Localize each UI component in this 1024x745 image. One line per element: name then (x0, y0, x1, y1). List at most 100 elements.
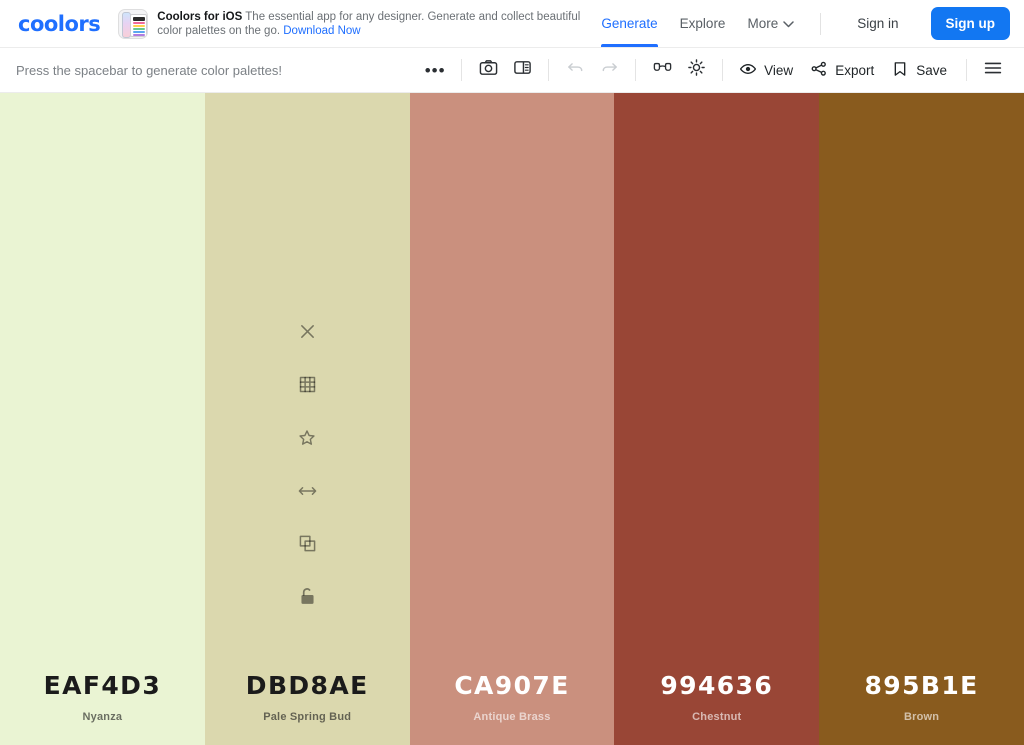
export-button[interactable]: Export (803, 54, 884, 87)
glasses-icon (652, 57, 673, 83)
toolbar-divider (548, 59, 550, 81)
close-icon (299, 323, 316, 345)
drag-color-button[interactable] (89, 480, 115, 506)
swatch-hex[interactable]: 895B1E (865, 671, 979, 700)
drag-horizontal-icon (912, 484, 931, 503)
view-button[interactable]: View (732, 54, 803, 87)
view-shades-button[interactable] (89, 374, 115, 400)
remove-color-button[interactable] (704, 321, 730, 347)
unlock-icon (94, 587, 111, 611)
drag-color-button[interactable] (704, 480, 730, 506)
remove-color-button[interactable] (294, 321, 320, 347)
save-button[interactable]: Save (884, 54, 957, 87)
drag-color-button[interactable] (909, 480, 935, 506)
toggle-lock-button[interactable] (704, 586, 730, 612)
copy-color-button[interactable] (704, 533, 730, 559)
more-options-button[interactable]: ••• (418, 53, 452, 87)
favorite-color-button[interactable] (499, 427, 525, 453)
swatch-color-name: Pale Spring Bud (263, 711, 352, 723)
download-now-link[interactable]: Download Now (283, 25, 360, 37)
copy-icon (299, 535, 316, 557)
remove-color-button[interactable] (909, 321, 935, 347)
coolors-logo[interactable]: coolors (18, 12, 101, 36)
ios-app-icon (118, 9, 149, 39)
star-icon (503, 429, 521, 452)
close-icon (94, 323, 111, 345)
toggle-lock-button[interactable] (294, 586, 320, 612)
top-navigation-bar: coolors Coolors for iOS The essential ap… (0, 0, 1024, 48)
drag-horizontal-icon (298, 484, 317, 503)
swatch-color-name: Antique Brass (473, 711, 551, 723)
copy-color-button[interactable] (499, 533, 525, 559)
swatch-actions (294, 321, 320, 612)
sign-up-button[interactable]: Sign up (930, 7, 1010, 40)
color-swatch[interactable]: DBD8AE Pale Spring Bud (204, 93, 410, 745)
view-shades-button[interactable] (294, 374, 320, 400)
star-icon (708, 429, 726, 452)
favorite-color-button[interactable] (704, 427, 730, 453)
close-icon (708, 323, 725, 345)
remove-color-button[interactable] (499, 321, 525, 347)
ios-promo-title: Coolors for iOS (157, 11, 243, 23)
nav-item-generate[interactable]: Generate (601, 0, 658, 47)
undo-button[interactable] (558, 53, 592, 87)
copy-icon (913, 535, 930, 557)
nav-more-label: More (747, 16, 779, 31)
redo-button[interactable] (592, 53, 626, 87)
swatch-hex[interactable]: EAF4D3 (44, 671, 161, 700)
swatch-color-name: Chestnut (692, 711, 742, 723)
color-swatch[interactable]: CA907E Antique Brass (409, 93, 615, 745)
share-icon (810, 60, 828, 81)
save-label: Save (916, 62, 947, 78)
undo-icon (566, 58, 585, 82)
copy-color-button[interactable] (909, 533, 935, 559)
star-icon (93, 429, 111, 452)
hamburger-icon (983, 58, 1003, 83)
toggle-lock-button[interactable] (909, 586, 935, 612)
swatch-hex[interactable]: DBD8AE (246, 671, 369, 700)
color-swatch[interactable]: EAF4D3 Nyanza (0, 93, 205, 745)
favorite-color-button[interactable] (294, 427, 320, 453)
palette-toolbar: Press the spacebar to generate color pal… (0, 48, 1024, 93)
view-shades-button[interactable] (909, 374, 935, 400)
swatch-hex[interactable]: CA907E (454, 671, 569, 700)
swatch-color-name: Nyanza (82, 711, 123, 723)
adjust-button[interactable] (679, 53, 713, 87)
color-blindness-button[interactable] (645, 53, 679, 87)
grid-icon (503, 376, 520, 398)
nav-item-explore[interactable]: Explore (680, 0, 726, 47)
copy-icon (94, 535, 111, 557)
unlock-icon (503, 587, 520, 611)
favorite-color-button[interactable] (909, 427, 935, 453)
nav-explore-label: Explore (679, 16, 726, 31)
camera-button[interactable] (471, 53, 505, 87)
close-icon (913, 323, 930, 345)
nav-item-more[interactable]: More (747, 0, 794, 47)
sun-icon (687, 58, 706, 82)
copy-color-button[interactable] (294, 533, 320, 559)
color-swatch[interactable]: 895B1E Brown (819, 93, 1024, 745)
drag-color-button[interactable] (499, 480, 525, 506)
ios-promo-text: Coolors for iOS The essential app for an… (157, 8, 601, 38)
toggle-lock-button[interactable] (499, 586, 525, 612)
sign-in-button[interactable]: Sign in (847, 16, 908, 31)
favorite-color-button[interactable] (89, 427, 115, 453)
remove-color-button[interactable] (89, 321, 115, 347)
layout-button[interactable] (505, 53, 539, 87)
view-shades-button[interactable] (704, 374, 730, 400)
grid-icon (94, 376, 111, 398)
view-shades-button[interactable] (499, 374, 525, 400)
unlock-icon (913, 587, 930, 611)
view-label: View (764, 62, 794, 78)
copy-color-button[interactable] (89, 533, 115, 559)
drag-color-button[interactable] (294, 480, 320, 506)
swatch-hex[interactable]: 994636 (660, 671, 773, 700)
grid-icon (299, 376, 316, 398)
ellipsis-icon: ••• (424, 60, 446, 80)
hamburger-menu-button[interactable] (976, 53, 1010, 87)
color-swatch[interactable]: 994636 Chestnut (614, 93, 820, 745)
grid-icon (708, 376, 725, 398)
ios-app-promo[interactable]: Coolors for iOS The essential app for an… (118, 8, 601, 39)
toggle-lock-button[interactable] (89, 586, 115, 612)
grid-icon (913, 376, 930, 398)
